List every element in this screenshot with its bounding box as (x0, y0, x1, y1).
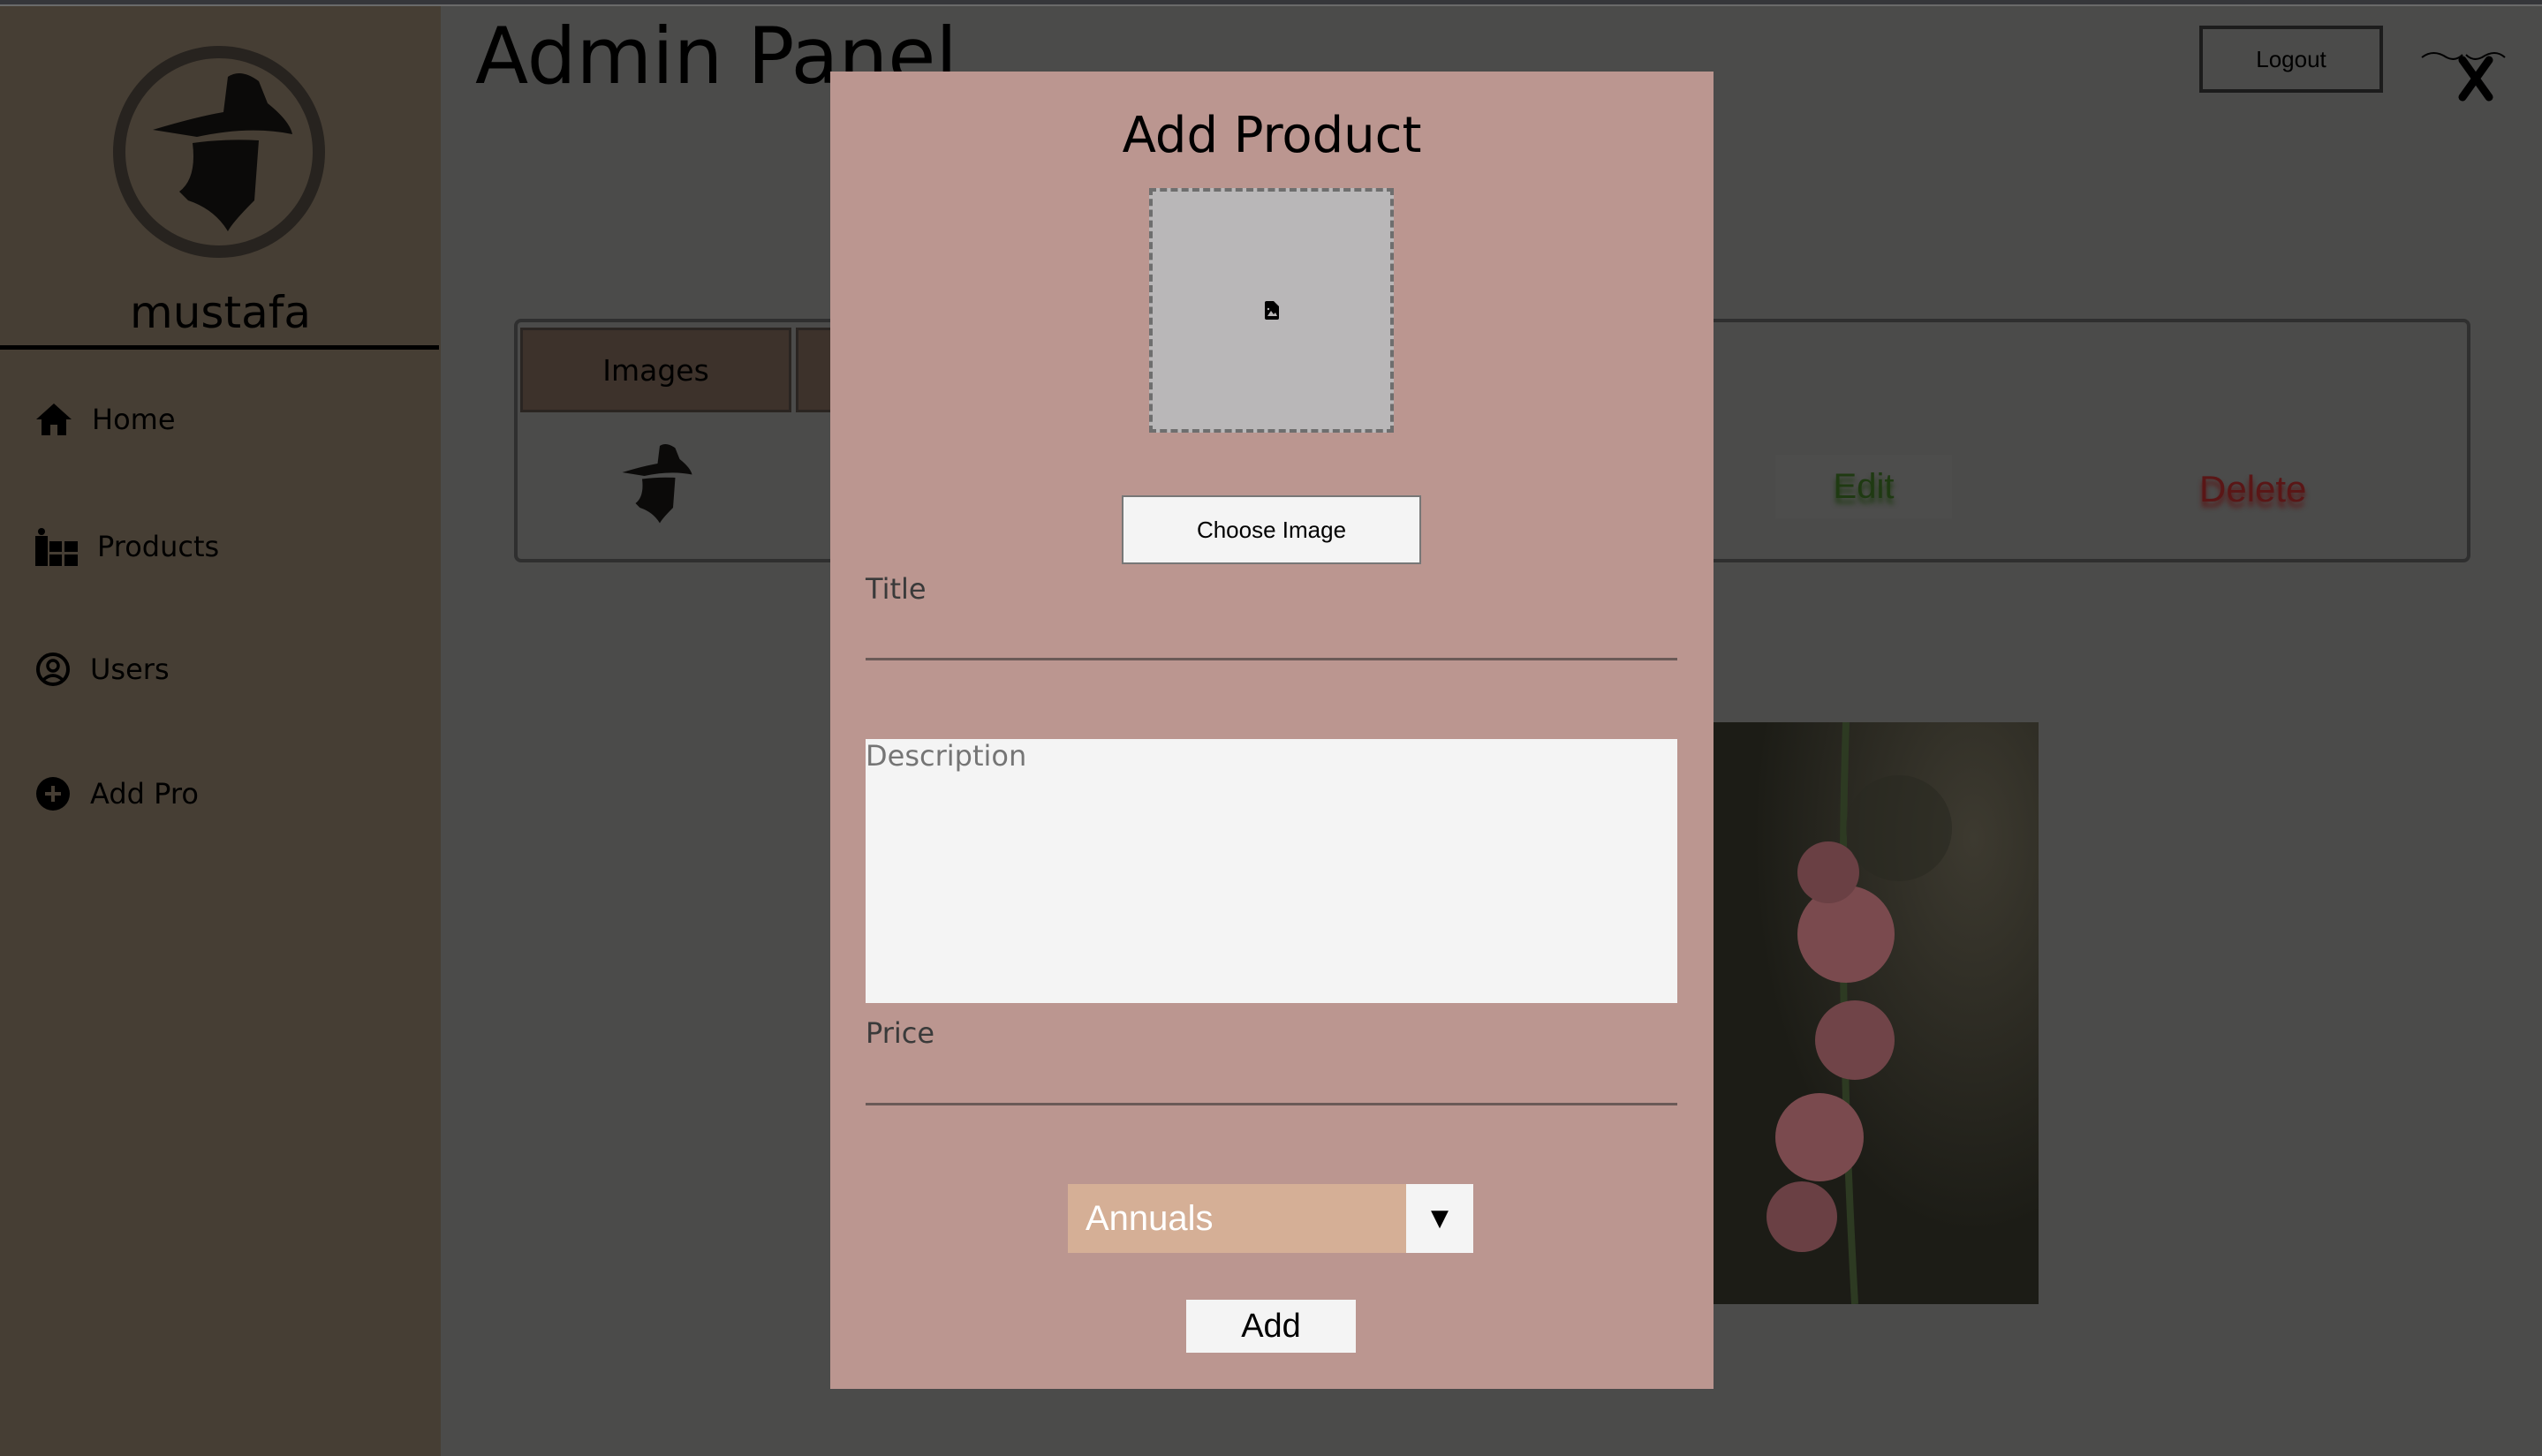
gifts-icon (35, 528, 78, 566)
price-label: Price (866, 1016, 935, 1050)
sidebar-item-label: Products (97, 530, 220, 563)
sidebar-item-home[interactable]: Home (35, 402, 176, 437)
sidebar-item-users[interactable]: Users (35, 652, 170, 687)
category-select[interactable]: Annuals ▼ (1068, 1184, 1473, 1253)
cowboy-logo-icon (153, 73, 292, 231)
column-header-images: Images (520, 328, 791, 412)
image-dropzone[interactable] (1149, 188, 1394, 433)
price-input[interactable] (866, 1103, 1677, 1105)
sidebar-item-label: Home (92, 403, 176, 436)
title-input[interactable] (866, 658, 1677, 660)
chevron-down-icon[interactable]: ▼ (1406, 1184, 1473, 1253)
sidebar-item-label: Users (90, 653, 170, 686)
sidebar-divider (0, 345, 439, 350)
username: mustafa (130, 287, 311, 338)
file-image-icon (1264, 301, 1279, 320)
avatar (113, 46, 325, 258)
choose-image-button[interactable]: Choose Image (1122, 495, 1421, 564)
sidebar-item-add-pro[interactable]: Add Pro (35, 776, 199, 811)
sidebar: mustafa Home Products Users Add Pro (0, 6, 441, 1456)
sidebar-item-products[interactable]: Products (35, 527, 219, 566)
plus-circle-icon (36, 777, 70, 811)
sidebar-item-label: Add Pro (90, 777, 199, 811)
browser-top-strip (0, 0, 2542, 6)
user-circle-icon (36, 653, 70, 686)
home-icon (36, 404, 72, 435)
title-label: Title (866, 572, 927, 606)
edit-button[interactable]: Edit (1775, 455, 1952, 518)
category-selected-value: Annuals (1068, 1184, 1406, 1253)
flower-photo (1767, 722, 1952, 1304)
logout-button[interactable]: Logout (2199, 26, 2383, 93)
description-input[interactable] (866, 739, 1677, 1003)
delete-button[interactable]: Delete (2199, 468, 2306, 510)
product-image (1714, 722, 2039, 1304)
close-icon[interactable] (2420, 44, 2508, 102)
add-button[interactable]: Add (1186, 1300, 1356, 1353)
modal-title: Add Product (1122, 107, 1422, 164)
product-thumbnail (622, 444, 692, 524)
add-product-modal: Add Product Choose Image Title Price Ann… (830, 72, 1714, 1389)
